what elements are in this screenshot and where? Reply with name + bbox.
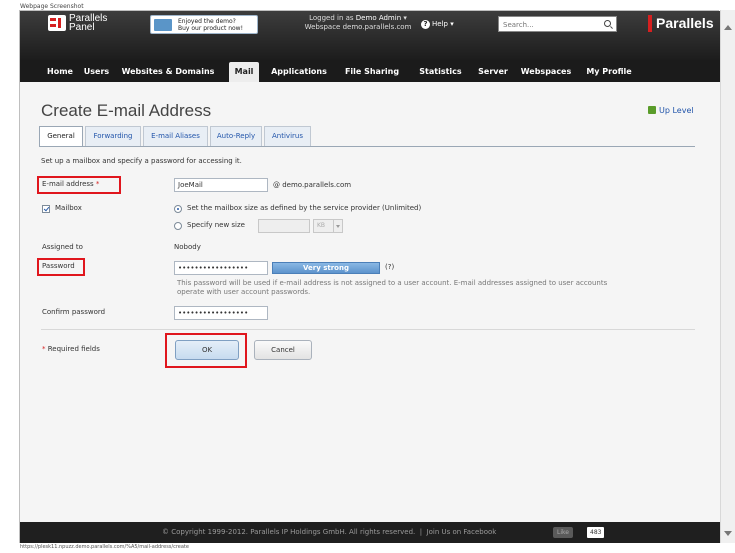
nav-tab-webspaces[interactable]: Webspaces — [516, 62, 576, 82]
size-default-radio[interactable] — [174, 205, 182, 213]
content-area — [20, 82, 720, 522]
size-unit-value: KB — [317, 222, 326, 229]
required-note-text: Required fields — [47, 345, 100, 353]
logged-in-prefix: Logged in as — [309, 14, 354, 22]
required-asterisk: * — [42, 345, 46, 353]
shopping-box-icon — [154, 19, 172, 31]
mailbox-label: Mailbox — [55, 204, 82, 212]
password-strength-meter: Very strong — [272, 262, 380, 274]
like-count: 483 — [587, 527, 605, 538]
up-level-link[interactable]: Up Level — [648, 106, 694, 115]
user-menu[interactable]: Demo Admin — [356, 14, 401, 22]
login-info: Logged in as Demo Admin ▾ Webspace demo.… — [278, 14, 438, 32]
chevron-down-icon: ▾ — [450, 20, 454, 28]
parallels-logo-icon — [648, 15, 652, 32]
screenshot-frame: Webpage Screenshot Parallels Panel Enjoy… — [0, 0, 735, 553]
chevron-down-icon — [333, 220, 342, 232]
nav-tab-users[interactable]: Users — [81, 62, 112, 82]
logo-line2: Panel — [69, 22, 95, 33]
tab-general[interactable]: General — [39, 126, 83, 147]
form-separator — [41, 329, 695, 330]
nav-tab-websites-domains[interactable]: Websites & Domains — [115, 62, 221, 82]
up-level-icon — [648, 106, 656, 114]
tab-divider — [39, 146, 695, 147]
email-label: E-mail address * — [42, 180, 99, 188]
nav-tab-file-sharing[interactable]: File Sharing — [338, 62, 406, 82]
main-nav: Home Users Websites & Domains Mail Appli… — [20, 60, 720, 82]
size-unit-select[interactable]: KB — [313, 219, 343, 233]
confirm-password-label: Confirm password — [42, 308, 106, 316]
confirm-password-field[interactable]: ••••••••••••••••• — [174, 306, 268, 320]
search-icon[interactable] — [604, 20, 611, 27]
webspace-prefix: Webspace — [304, 23, 341, 31]
password-field[interactable]: ••••••••••••••••• — [174, 261, 268, 275]
promo-text: Enjoyed the demo? Buy our product now! — [178, 18, 243, 32]
promo-line2: Buy our product now! — [178, 25, 243, 32]
strength-help-link[interactable]: (?) — [385, 263, 394, 271]
search-input[interactable] — [503, 19, 593, 30]
buy-product-banner[interactable]: Enjoyed the demo? Buy our product now! — [150, 15, 258, 34]
password-hint-line1: This password will be used if e-mail add… — [177, 279, 608, 287]
mailbox-size-input[interactable] — [258, 219, 310, 233]
help-label: Help — [432, 20, 448, 28]
parallels-panel-logo-icon[interactable] — [48, 15, 66, 31]
brand-text: Parallels — [656, 15, 714, 31]
nav-tab-applications[interactable]: Applications — [265, 62, 333, 82]
password-hint: This password will be used if e-mail add… — [177, 279, 689, 297]
form-intro: Set up a mailbox and specify a password … — [41, 157, 242, 165]
webspace-selector[interactable]: demo.parallels.com — [343, 23, 412, 31]
search-box — [498, 16, 617, 32]
page-title: Create E-mail Address — [41, 101, 212, 120]
size-default-label: Set the mailbox size as defined by the s… — [187, 204, 422, 212]
email-label-text: E-mail address — [42, 180, 94, 188]
tab-auto-reply[interactable]: Auto-Reply — [210, 126, 262, 146]
mailbox-checkbox[interactable] — [42, 205, 50, 213]
help-icon: ? — [421, 20, 430, 29]
nav-tab-mail[interactable]: Mail — [229, 62, 259, 82]
tab-email-aliases[interactable]: E-mail Aliases — [143, 126, 208, 146]
scroll-down-icon[interactable] — [724, 531, 732, 536]
assigned-label: Assigned to — [42, 243, 83, 251]
cancel-button[interactable]: Cancel — [254, 340, 312, 360]
like-button[interactable]: Like — [553, 527, 573, 538]
panel-logo-text[interactable]: Parallels Panel — [69, 14, 107, 33]
top-bar: Parallels Panel Enjoyed the demo? Buy ou… — [20, 11, 720, 60]
password-label: Password — [42, 262, 75, 270]
required-note: * Required fields — [42, 345, 100, 353]
footer-text: © Copyright 1999-2012. Parallels IP Hold… — [162, 522, 496, 543]
nav-tab-my-profile[interactable]: My Profile — [579, 62, 639, 82]
size-custom-label: Specify new size — [187, 221, 245, 229]
logo-bar — [50, 24, 56, 27]
required-asterisk: * — [95, 180, 100, 188]
up-level-label: Up Level — [659, 106, 694, 115]
help-menu[interactable]: ? Help ▾ — [421, 20, 454, 29]
ok-button[interactable]: OK — [175, 340, 239, 360]
nav-tab-server[interactable]: Server — [473, 62, 513, 82]
logo-bar — [58, 18, 61, 28]
vertical-scrollbar[interactable] — [720, 10, 735, 543]
assigned-value: Nobody — [174, 243, 201, 251]
tab-antivirus[interactable]: Antivirus — [264, 126, 311, 146]
copyright: © Copyright 1999-2012. Parallels IP Hold… — [162, 528, 416, 536]
email-field[interactable]: JoeMail — [174, 178, 268, 192]
footer: © Copyright 1999-2012. Parallels IP Hold… — [20, 522, 720, 543]
screenshot-label: Webpage Screenshot — [20, 3, 84, 10]
promo-line1: Enjoyed the demo? — [178, 18, 236, 25]
nav-tab-home[interactable]: Home — [44, 62, 76, 82]
chevron-down-icon: ▾ — [403, 14, 407, 22]
status-bar-url: https://plesk11.npuzz.demo.parallels.com… — [20, 544, 189, 550]
password-hint-line2: operate with user account passwords. — [177, 288, 311, 296]
footer-separator: | — [419, 528, 423, 536]
tab-forwarding[interactable]: Forwarding — [85, 126, 141, 146]
facebook-link[interactable]: Join Us on Facebook — [427, 528, 497, 536]
nav-tab-statistics[interactable]: Statistics — [412, 62, 469, 82]
scroll-up-icon[interactable] — [724, 25, 732, 30]
size-custom-radio[interactable] — [174, 222, 182, 230]
email-domain: @ demo.parallels.com — [273, 181, 352, 189]
logo-bar — [50, 18, 56, 21]
